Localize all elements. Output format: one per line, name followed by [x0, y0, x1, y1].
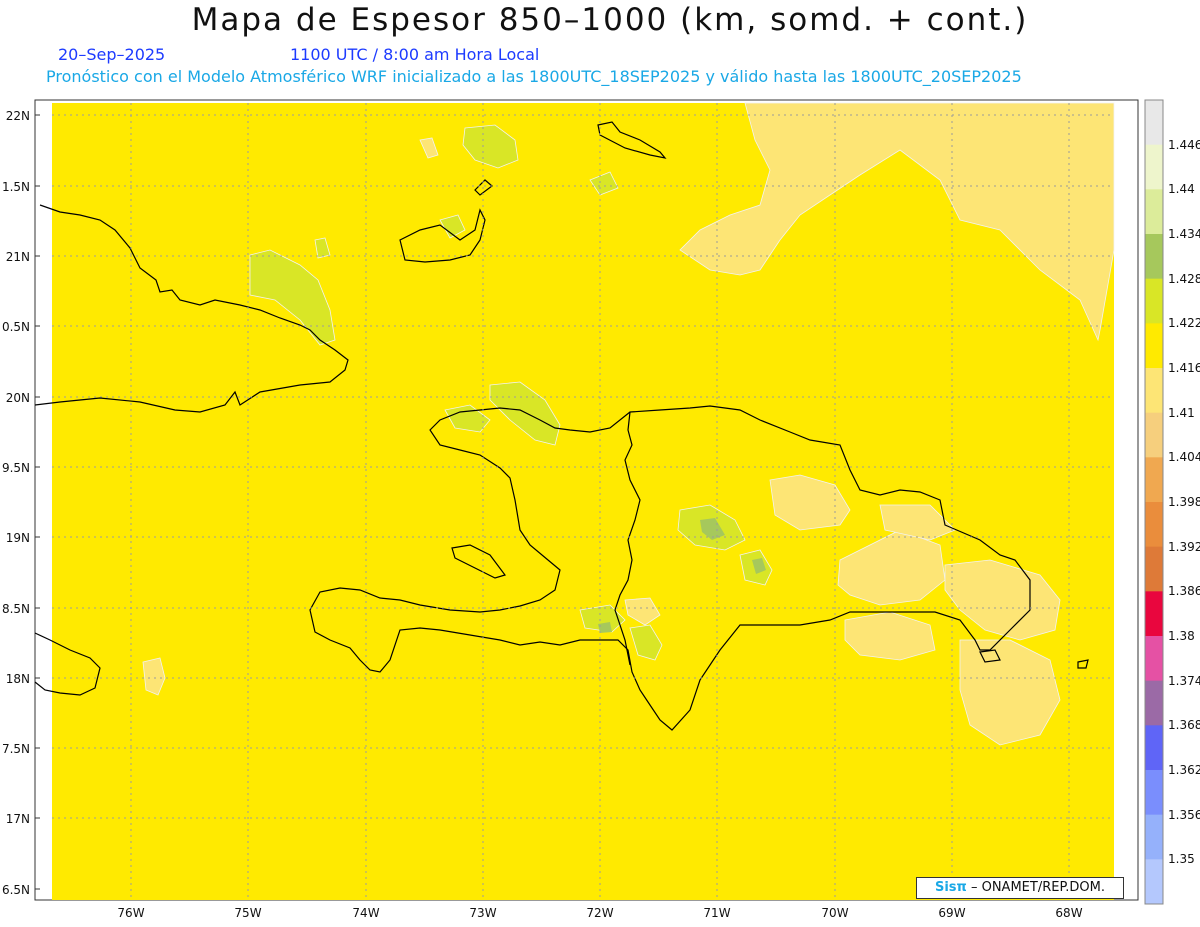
colorbar-label: 1.422	[1168, 316, 1200, 331]
colorbar-swatch	[1145, 814, 1163, 860]
lat-label: 20N	[6, 391, 30, 405]
credit-suffix: – ONAMET/REP.DOM.	[970, 880, 1105, 895]
lat-label: 19N	[6, 531, 30, 545]
colorbar-swatch	[1145, 546, 1163, 592]
colorbar-swatch	[1145, 368, 1163, 414]
colorbar-label: 1.386	[1168, 584, 1200, 599]
colorbar-swatch	[1145, 100, 1163, 146]
colorbar-label: 1.398	[1168, 495, 1200, 509]
lat-label: 21N	[6, 250, 30, 264]
lon-label: 72W	[586, 906, 613, 920]
colorbar-label: 1.404	[1168, 450, 1200, 465]
lat-label: 0.5N	[2, 320, 30, 334]
colorbar-label: 1.392	[1168, 539, 1200, 554]
lat-label: 8.5N	[2, 602, 30, 616]
lat-label: 1.5N	[2, 180, 30, 194]
lat-label: 7.5N	[2, 742, 30, 756]
lat-label: 17N	[6, 812, 30, 826]
lon-label: 69W	[938, 906, 965, 920]
colorbar-label: 1.428	[1168, 271, 1200, 286]
colorbar-label: 1.362	[1168, 763, 1200, 777]
lat-label: 22N	[6, 109, 30, 123]
credit-brand: Sisπ	[934, 880, 967, 895]
colorbar-swatch	[1145, 144, 1163, 190]
lat-label: 9.5N	[2, 461, 30, 475]
colorbar-label: 1.38	[1168, 629, 1195, 643]
colorbar	[1144, 99, 1164, 905]
lon-label: 73W	[469, 906, 496, 920]
lon-label: 71W	[703, 906, 730, 920]
colorbar-swatch	[1145, 412, 1163, 458]
lat-label: 18N	[6, 672, 30, 686]
lon-labels: 76W 75W 74W 73W 72W 71W 70W 69W 68W	[117, 906, 1082, 920]
credit-box: Sisπ – ONAMET/REP.DOM.	[916, 877, 1124, 899]
thickness-fill-base	[52, 103, 1114, 900]
colorbar-swatch	[1145, 680, 1163, 726]
colorbar-swatch	[1145, 278, 1163, 324]
colorbar-label: 1.44	[1168, 182, 1195, 197]
colorbar-label: 1.368	[1168, 718, 1200, 733]
colorbar-label: 1.446	[1168, 137, 1200, 152]
lat-label: 6.5N	[2, 883, 30, 897]
colorbar-label: 1.434	[1168, 227, 1200, 241]
colorbar-label: 1.374	[1168, 673, 1200, 688]
lon-label: 74W	[352, 906, 379, 920]
colorbar-swatch	[1145, 502, 1163, 548]
colorbar-label: 1.356	[1168, 807, 1200, 822]
colorbar-label: 1.416	[1168, 361, 1200, 375]
colorbar-swatch	[1145, 770, 1163, 816]
colorbar-swatch	[1145, 859, 1163, 905]
lon-label: 76W	[117, 906, 144, 920]
colorbar-swatch	[1145, 189, 1163, 235]
colorbar-swatch	[1145, 725, 1163, 771]
lon-label: 75W	[234, 906, 261, 920]
colorbar-label: 1.41	[1168, 405, 1195, 420]
colorbar-swatch	[1145, 323, 1163, 369]
colorbar-swatch	[1145, 636, 1163, 682]
lon-label: 68W	[1055, 906, 1082, 920]
colorbar-swatch	[1145, 457, 1163, 503]
colorbar-swatch	[1145, 234, 1163, 280]
lon-label: 70W	[821, 906, 848, 920]
thickness-map: 22N 1.5N 21N 0.5N 20N 9.5N 19N 8.5N 18N …	[2, 99, 1164, 920]
colorbar-swatch	[1145, 591, 1163, 637]
colorbar-label: 1.35	[1168, 852, 1195, 867]
lat-labels: 22N 1.5N 21N 0.5N 20N 9.5N 19N 8.5N 18N …	[2, 109, 30, 897]
